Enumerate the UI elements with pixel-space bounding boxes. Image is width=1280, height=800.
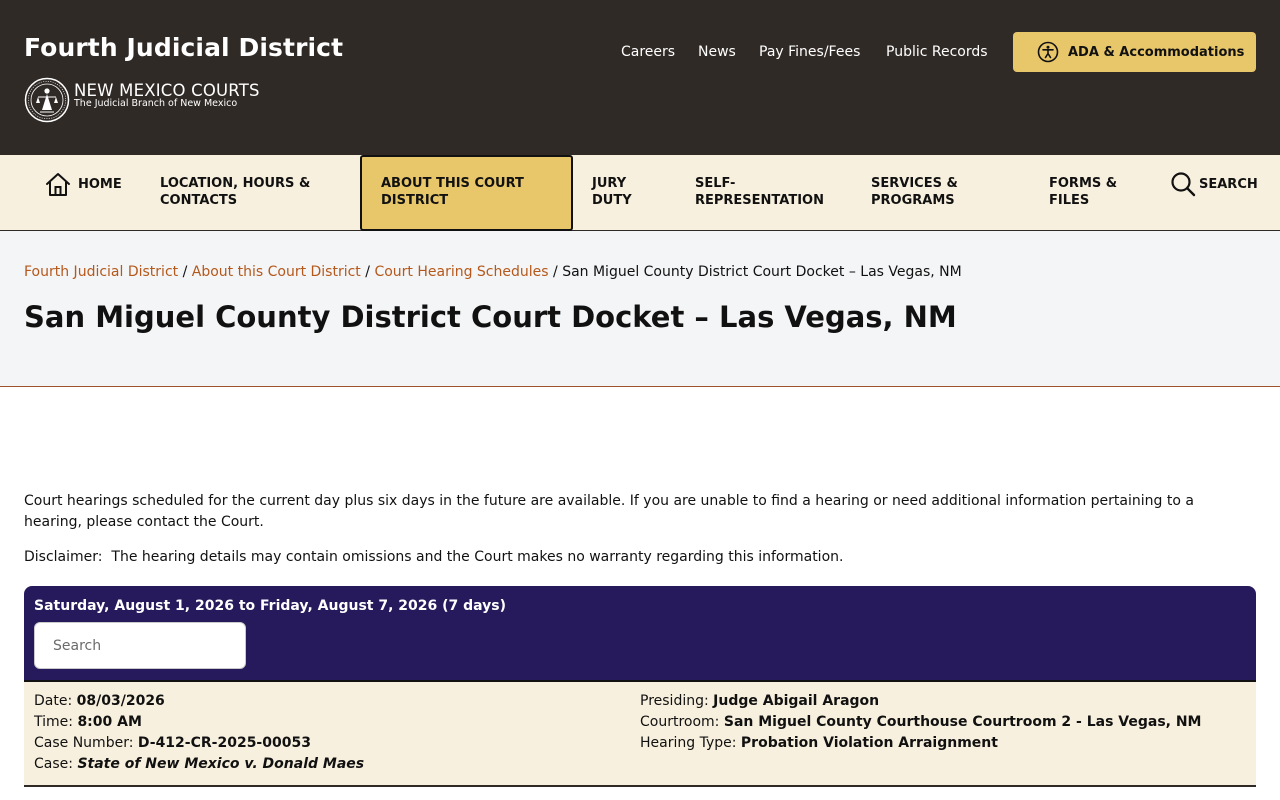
- docket-header: Saturday, August 1, 2026 to Friday, Augu…: [24, 586, 1256, 680]
- nav-forms-line1: FORMS &: [1049, 176, 1118, 191]
- breadcrumb-separator: /: [365, 264, 370, 280]
- nav-about-this-court-district[interactable]: ABOUT THIS COURT DISTRICT: [381, 175, 524, 209]
- docket-search-input[interactable]: [34, 622, 246, 669]
- breadcrumb-link-court-hearing-schedules[interactable]: Court Hearing Schedules: [374, 264, 548, 280]
- nav-jury-duty[interactable]: JURY DUTY: [592, 175, 632, 209]
- hearing-date-value: 08/03/2026: [76, 693, 165, 709]
- hearing-type: Hearing Type: Probation Violation Arraig…: [640, 735, 998, 751]
- nav-forms-files[interactable]: FORMS & FILES: [1049, 175, 1117, 209]
- hearing-presiding-label: Presiding:: [640, 693, 709, 709]
- hearing-presiding-value: Judge Abigail Aragon: [713, 693, 880, 709]
- hearing-time: Time: 8:00 AM: [34, 714, 142, 730]
- nav-about-line2: DISTRICT: [381, 193, 449, 208]
- site-title[interactable]: Fourth Judicial District: [24, 33, 343, 62]
- nav-self-rep-line1: SELF-: [695, 176, 736, 191]
- news-link[interactable]: News: [698, 44, 736, 60]
- hearing-type-label: Hearing Type:: [640, 735, 737, 751]
- breadcrumb-current: San Miguel County District Court Docket …: [562, 264, 962, 280]
- nm-courts-logo[interactable]: NEW MEXICO COURTS The Judicial Branch of…: [24, 77, 274, 123]
- hearing-case-number-label: Case Number:: [34, 735, 134, 751]
- accessibility-icon: [1037, 41, 1059, 63]
- ada-label: ADA & Accommodations: [1068, 44, 1245, 60]
- nav-jury-line2: DUTY: [592, 193, 632, 208]
- page-title: San Miguel County District Court Docket …: [24, 300, 957, 334]
- nav-location-hours-contacts[interactable]: LOCATION, HOURS & CONTACTS: [160, 175, 310, 209]
- hearing-case-number-value: D-412-CR-2025-00053: [137, 735, 311, 751]
- date-range: Saturday, August 1, 2026 to Friday, Augu…: [34, 598, 507, 614]
- nav-services-programs[interactable]: SERVICES & PROGRAMS: [871, 175, 958, 209]
- hearing-courtroom-value: San Miguel County Courthouse Courtroom 2…: [723, 714, 1202, 730]
- hearing-courtroom: Courtroom: San Miguel County Courthouse …: [640, 714, 1202, 730]
- hearing-case-number: Case Number: D-412-CR-2025-00053: [34, 735, 311, 751]
- pay-fines-link[interactable]: Pay Fines/Fees: [759, 44, 860, 60]
- hearing-case-value: State of New Mexico v. Donald Maes: [77, 756, 365, 772]
- nav-home-label: HOME: [78, 176, 122, 192]
- nav-self-rep-line2: REPRESENTATION: [695, 193, 824, 208]
- breadcrumb: Fourth Judicial District / About this Co…: [24, 264, 962, 280]
- brand-tagline: The Judicial Branch of New Mexico: [74, 98, 238, 109]
- disclaimer-text: Disclaimer: The hearing details may cont…: [24, 549, 844, 565]
- home-icon: [46, 173, 70, 196]
- hearing-record: Date: 08/03/2026 Time: 8:00 AM Case Numb…: [24, 680, 1256, 787]
- nav-services-line2: PROGRAMS: [871, 193, 955, 208]
- hearing-time-label: Time:: [34, 714, 73, 730]
- breadcrumb-link-fourth-judicial-district[interactable]: Fourth Judicial District: [24, 264, 178, 280]
- hearing-presiding: Presiding: Judge Abigail Aragon: [640, 693, 879, 709]
- nav-location-line2: CONTACTS: [160, 193, 238, 208]
- search-icon: [1171, 172, 1196, 197]
- court-seal-icon: [24, 77, 70, 123]
- nav-search-label: SEARCH: [1199, 176, 1258, 192]
- hearing-case: Case: State of New Mexico v. Donald Maes: [34, 756, 364, 772]
- hearing-case-label: Case:: [34, 756, 73, 772]
- hearing-courtroom-label: Courtroom:: [640, 714, 720, 730]
- nav-about-line1: ABOUT THIS COURT: [381, 176, 524, 191]
- hearing-type-value: Probation Violation Arraignment: [740, 735, 998, 751]
- breadcrumb-separator: /: [182, 264, 188, 280]
- nav-search[interactable]: SEARCH: [1170, 171, 1258, 197]
- public-records-link[interactable]: Public Records: [886, 44, 988, 60]
- hearing-time-value: 8:00 AM: [77, 714, 142, 730]
- intro-text: Court hearings scheduled for the current…: [24, 493, 1194, 530]
- breadcrumb-separator: /: [553, 264, 558, 280]
- nav-self-representation[interactable]: SELF- REPRESENTATION: [695, 175, 824, 209]
- ada-accommodations-button[interactable]: ADA & Accommodations: [1013, 32, 1256, 72]
- nav-location-line1: LOCATION, HOURS &: [160, 176, 311, 191]
- hearing-date: Date: 08/03/2026: [34, 693, 165, 709]
- breadcrumb-link-about-court-district[interactable]: About this Court District: [192, 264, 361, 280]
- nav-forms-line2: FILES: [1049, 193, 1090, 208]
- nav-jury-line1: JURY: [592, 176, 627, 191]
- nav-home[interactable]: HOME: [44, 171, 122, 197]
- hearing-date-label: Date:: [34, 693, 73, 709]
- nav-services-line1: SERVICES &: [871, 176, 958, 191]
- careers-link[interactable]: Careers: [621, 44, 675, 60]
